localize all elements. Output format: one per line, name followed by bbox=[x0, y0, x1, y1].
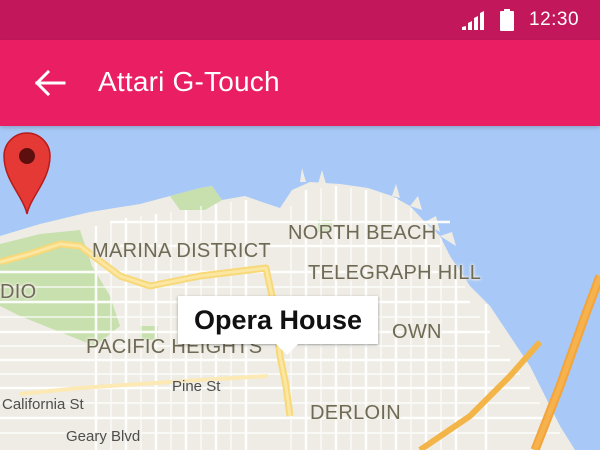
map-label-north-beach: NORTH BEACH bbox=[288, 222, 437, 244]
street-label-pine: Pine St bbox=[172, 378, 221, 395]
map-label-presidio: DIO bbox=[0, 281, 37, 303]
marker-info-window[interactable]: Opera House bbox=[178, 296, 379, 355]
battery-icon bbox=[500, 9, 514, 31]
street-label-geary: Geary Blvd bbox=[66, 428, 141, 445]
map-label-downtown: OWN bbox=[392, 321, 442, 343]
map-canvas bbox=[0, 126, 600, 450]
map-pin-icon[interactable] bbox=[0, 126, 54, 216]
info-window-tail bbox=[276, 344, 298, 355]
street-label-california: California St bbox=[2, 396, 84, 413]
app-bar: Attari G-Touch bbox=[0, 40, 600, 126]
map-view[interactable]: DIO MARINA DISTRICT NORTH BEACH TELEGRAP… bbox=[0, 126, 600, 450]
map-label-telegraph-hill: TELEGRAPH HILL bbox=[308, 262, 482, 284]
signal-icon bbox=[462, 11, 484, 30]
map-label-tenderloin: DERLOIN bbox=[310, 402, 402, 424]
marker-title: Opera House bbox=[194, 304, 363, 335]
status-bar: 12:30 bbox=[0, 0, 600, 40]
map-label-marina-district: MARINA DISTRICT bbox=[92, 240, 271, 262]
status-time: 12:30 bbox=[529, 9, 580, 30]
arrow-back-icon[interactable] bbox=[30, 64, 68, 102]
app-title: Attari G-Touch bbox=[98, 66, 280, 97]
